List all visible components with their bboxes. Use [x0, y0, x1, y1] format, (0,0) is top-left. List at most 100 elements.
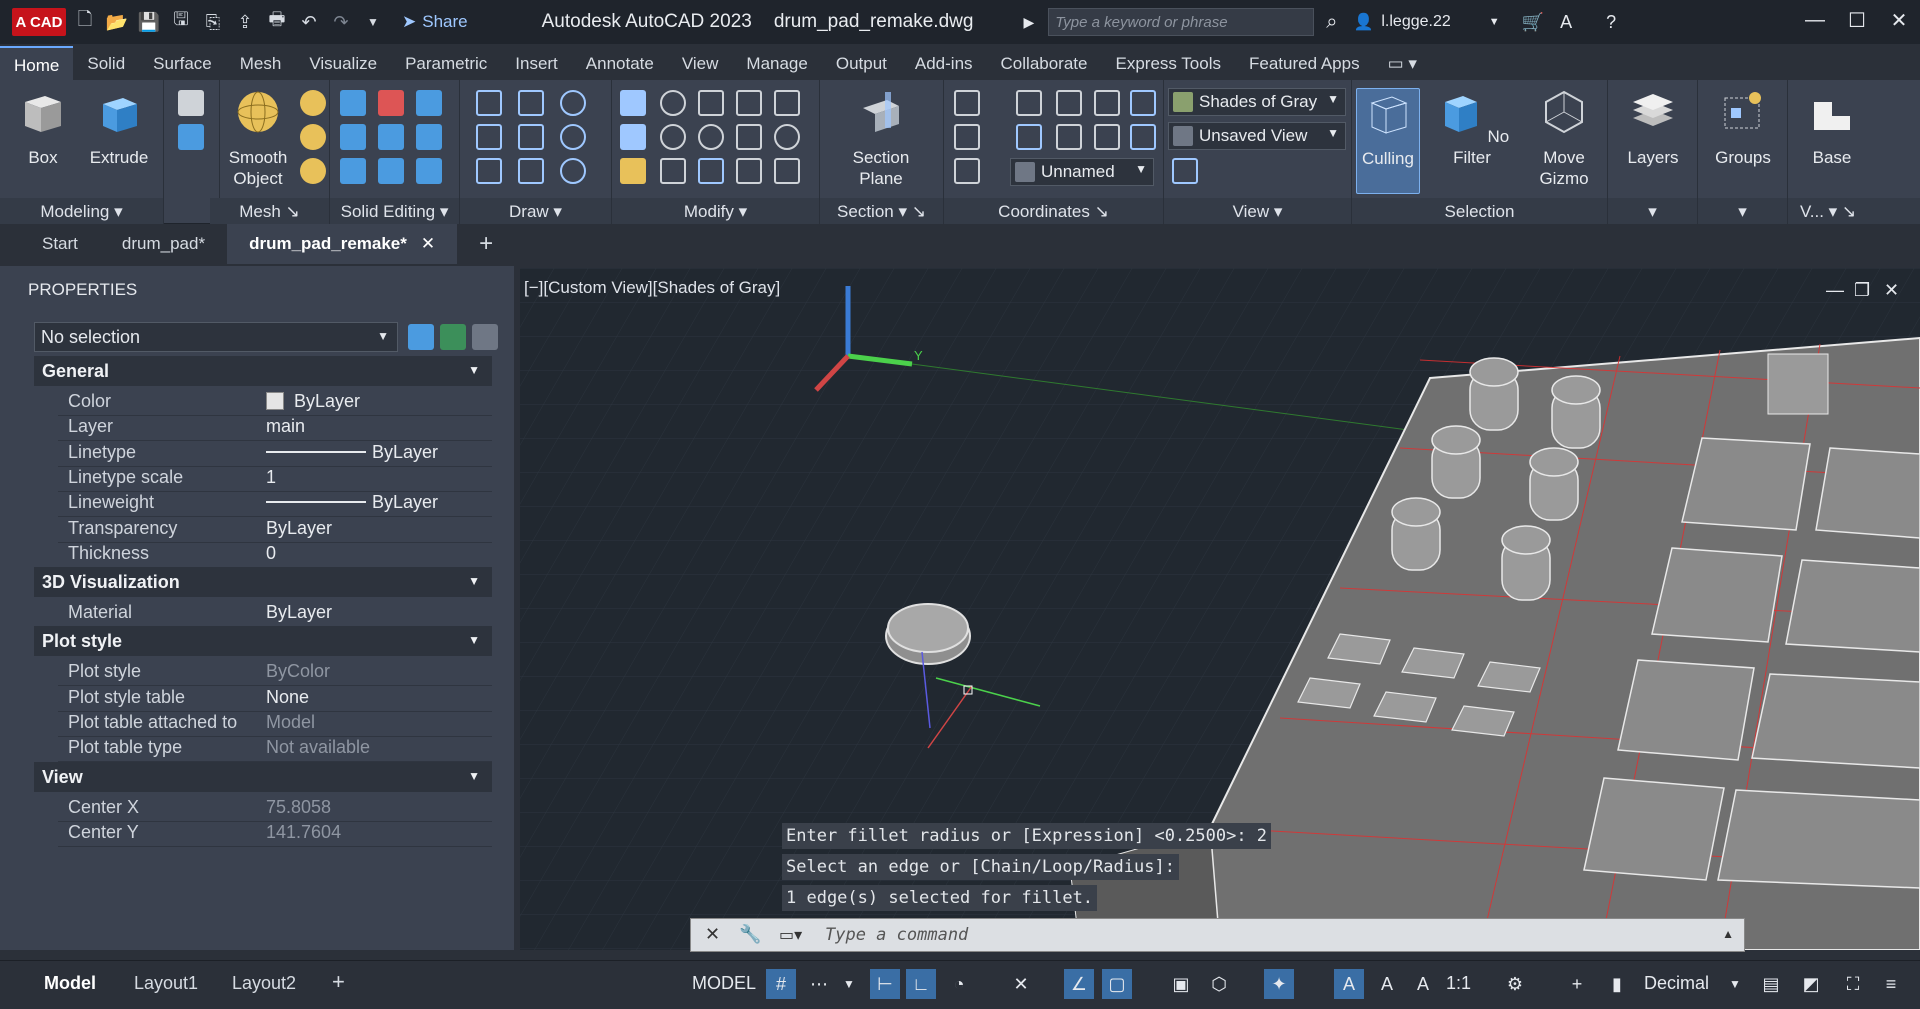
viewport-minimize-icon[interactable]: —: [1826, 280, 1844, 301]
history-toggle-icon[interactable]: ▲: [1722, 927, 1734, 941]
ucs-object-icon[interactable]: [1130, 90, 1156, 116]
ucs-origin-icon[interactable]: [1056, 90, 1082, 116]
ribbon-tab-home[interactable]: Home: [0, 46, 74, 80]
property-row[interactable]: Thickness 0: [58, 538, 492, 568]
panel-label-section[interactable]: Section ▾ ↘: [820, 198, 943, 224]
new-icon[interactable]: 🗋: [72, 9, 98, 35]
shell-icon[interactable]: [378, 158, 404, 184]
layout-tab-layout2[interactable]: Layout2: [232, 973, 296, 994]
no-filter-button[interactable]: No Filter: [1428, 88, 1516, 168]
panel-label-modeling[interactable]: Modeling ▾: [0, 198, 163, 224]
save-as-icon[interactable]: 🖫: [168, 9, 194, 35]
ribbon-tab-collaborate[interactable]: Collaborate: [987, 46, 1102, 80]
3d-osnap-icon[interactable]: ⬡: [1204, 969, 1234, 999]
help-icon[interactable]: ?: [1606, 12, 1616, 33]
groups-button[interactable]: Groups: [1704, 88, 1782, 168]
ribbon-tab-parametric[interactable]: Parametric: [391, 46, 501, 80]
thicken-icon[interactable]: [416, 158, 442, 184]
quick-properties-icon[interactable]: ▤: [1756, 969, 1786, 999]
panel-label-modify[interactable]: Modify ▾: [612, 198, 819, 224]
3d-array-icon[interactable]: [660, 158, 686, 184]
scale-icon[interactable]: [698, 158, 724, 184]
viewport-restore-icon[interactable]: ❐: [1854, 280, 1870, 301]
property-row[interactable]: Plot table type Not available: [58, 732, 492, 763]
3d-rotate-icon[interactable]: [660, 90, 686, 116]
new-tab-icon[interactable]: +: [457, 224, 515, 264]
viewport-close-icon[interactable]: ✕: [1884, 280, 1899, 301]
app-menu-button[interactable]: A CAD: [12, 8, 66, 36]
intersect-icon[interactable]: [340, 124, 366, 150]
section-plot-style[interactable]: Plot style ▼: [34, 626, 492, 657]
section-plane-button[interactable]: Section Plane: [834, 88, 928, 189]
circle-icon[interactable]: [560, 124, 586, 150]
ucs-previous-icon[interactable]: [1016, 124, 1042, 150]
ucs-icon-properties-icon[interactable]: [954, 158, 980, 184]
annotation-visibility-icon[interactable]: A: [1334, 969, 1364, 999]
polyline-icon[interactable]: [518, 90, 544, 116]
polygon-icon[interactable]: [476, 158, 502, 184]
panel-label-solid-editing[interactable]: Solid Editing ▾: [330, 198, 459, 224]
ray-icon[interactable]: [518, 124, 544, 150]
search-icon[interactable]: ⌕: [1326, 11, 1337, 34]
model-space-toggle[interactable]: MODEL: [692, 973, 756, 994]
layers-button[interactable]: Layers: [1614, 88, 1692, 168]
ribbon-tab-manage[interactable]: Manage: [732, 46, 821, 80]
extrude-button[interactable]: Extrude: [84, 88, 154, 168]
ribbon-tab-view[interactable]: View: [668, 46, 733, 80]
ucs-view-icon[interactable]: [1094, 90, 1120, 116]
culling-button[interactable]: Culling: [1356, 88, 1420, 194]
arc-icon[interactable]: [560, 90, 586, 116]
add-layout-icon[interactable]: +: [332, 969, 345, 995]
3d-mirror-icon[interactable]: [620, 124, 646, 150]
chevron-down-icon[interactable]: ▼: [1720, 969, 1750, 999]
smooth-object-button[interactable]: Smooth Object: [218, 88, 298, 189]
ucs-icon[interactable]: [954, 90, 980, 116]
ribbon-tab-insert[interactable]: Insert: [501, 46, 572, 80]
customize-status-icon[interactable]: ≡: [1876, 969, 1906, 999]
ribbon-tab-add-ins[interactable]: Add-ins: [901, 46, 987, 80]
erase-icon[interactable]: [620, 158, 646, 184]
section-view[interactable]: View ▼: [34, 761, 492, 792]
ucs-face-icon[interactable]: [954, 124, 980, 150]
ucs-z-icon[interactable]: [1094, 124, 1120, 150]
undo-icon[interactable]: ↶: [296, 9, 322, 35]
object-snap-tracking-icon[interactable]: ∠: [1064, 969, 1094, 999]
polar-icon[interactable]: ◔: [944, 969, 974, 999]
save-icon[interactable]: 💾: [136, 9, 162, 35]
rectangle-icon[interactable]: [518, 158, 544, 184]
presspull-icon[interactable]: [178, 124, 204, 150]
panel-label-coordinates[interactable]: Coordinates ↘: [944, 198, 1163, 224]
union-icon[interactable]: [340, 90, 366, 116]
move-gizmo-button[interactable]: Move Gizmo: [1524, 88, 1604, 189]
customize-qa-icon[interactable]: ▼: [360, 9, 386, 35]
pad-disc-object[interactable]: [885, 603, 971, 665]
interfere-icon[interactable]: [378, 124, 404, 150]
recent-commands-icon[interactable]: ▭▾: [779, 925, 802, 945]
expand-arrow-icon[interactable]: ▶: [1023, 14, 1034, 31]
panel-label-groups[interactable]: ▾: [1698, 198, 1787, 224]
search-input[interactable]: Type a keyword or phrase: [1048, 8, 1315, 36]
toggle-pickadd-icon[interactable]: [408, 324, 434, 350]
infer-icon[interactable]: ⊢: [870, 969, 900, 999]
ribbon-tab-surface[interactable]: Surface: [139, 46, 226, 80]
layout-tab-model[interactable]: Model: [44, 973, 96, 994]
cart-icon[interactable]: 🛒: [1522, 12, 1544, 33]
isodraft-icon[interactable]: ✕: [1006, 969, 1036, 999]
move-icon[interactable]: [698, 90, 724, 116]
rotate-icon[interactable]: [698, 124, 724, 150]
object-snap-icon[interactable]: ▢: [1102, 969, 1132, 999]
fillet-icon[interactable]: [774, 124, 800, 150]
dynamic-ucs-icon[interactable]: ✦: [1264, 969, 1294, 999]
line-icon[interactable]: [476, 90, 502, 116]
user-menu[interactable]: 👤 l.legge.22 ▼: [1353, 12, 1499, 32]
ucs-x-icon[interactable]: [1056, 124, 1082, 150]
subtract-icon[interactable]: [378, 90, 404, 116]
plot-icon[interactable]: 🖶: [264, 9, 290, 35]
viewport-label[interactable]: [−][Custom View][Shades of Gray]: [524, 278, 780, 298]
section-3d-visualization[interactable]: 3D Visualization ▼: [34, 567, 492, 598]
ucs-world-icon[interactable]: [1016, 90, 1042, 116]
doc-tab-drum-pad-remake[interactable]: drum_pad_remake* ✕: [227, 224, 458, 264]
save-web-icon[interactable]: ⇪: [232, 9, 258, 35]
ribbon-tab-featured-apps[interactable]: Featured Apps: [1235, 46, 1374, 80]
open-icon[interactable]: 📂: [104, 9, 130, 35]
